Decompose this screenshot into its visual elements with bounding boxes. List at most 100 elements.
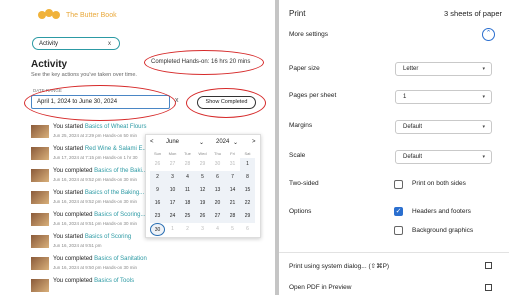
course-link[interactable]: Basics of Wheat Flours	[85, 124, 147, 130]
calendar-day[interactable]: 25	[180, 210, 195, 223]
thumbnail	[31, 147, 49, 160]
activity-verb: You completed	[53, 212, 93, 218]
calendar-day[interactable]: 16	[150, 197, 165, 210]
year-select[interactable]: 2024	[216, 139, 229, 145]
course-link[interactable]: Red Wine & Salami E...	[85, 146, 148, 152]
activity-meta: Jun 16, 2024 at 9:51 pm Hands-on 30 min	[53, 221, 138, 226]
calendar-day[interactable]: 14	[225, 184, 240, 197]
scale-select[interactable]: Default ▾	[395, 150, 492, 164]
activity-verb: You completed	[53, 278, 93, 284]
calendar-day[interactable]: 26	[195, 210, 210, 223]
print-title: Print	[289, 9, 306, 18]
calendar-day[interactable]: 28	[180, 158, 195, 171]
list-item[interactable]: You completed Basics of Tools	[31, 278, 191, 295]
prev-month-button[interactable]: <	[150, 139, 154, 145]
calendar-day[interactable]: 11	[180, 184, 195, 197]
calendar-day[interactable]: 13	[210, 184, 225, 197]
logo[interactable]: The Butter Book	[38, 9, 117, 21]
chevron-down-icon[interactable]: ⌄	[233, 139, 238, 146]
activity-meta: Jun 16, 2024 at 9:51 pm	[53, 243, 102, 248]
course-link[interactable]: Basics of Scoring...	[94, 212, 145, 218]
calendar-day[interactable]: 31	[225, 158, 240, 171]
weekday-label: Sun	[153, 151, 162, 156]
calendar-day[interactable]: 21	[225, 197, 240, 210]
activity-meta: Jun 16, 2024 at 9:50 pm Hands-on 30 min	[53, 265, 138, 270]
activity-page: The Butter Book Activity x Activity Comp…	[0, 0, 279, 295]
thumbnail	[31, 213, 49, 226]
calendar-day[interactable]: 20	[210, 197, 225, 210]
chip-label: Activity	[39, 41, 59, 47]
calendar-day[interactable]: 26	[150, 158, 165, 171]
calendar-day[interactable]: 9	[150, 184, 165, 197]
calendar-day[interactable]: 18	[180, 197, 195, 210]
open-external-icon[interactable]	[485, 284, 492, 291]
logo-text: The Butter Book	[66, 11, 117, 19]
calendar-day[interactable]: 24	[165, 210, 180, 223]
calendar-day[interactable]: 23	[150, 210, 165, 223]
calendar-day[interactable]: 10	[165, 184, 180, 197]
paper-size-select[interactable]: Letter ▾	[395, 62, 492, 76]
open-pdf-link[interactable]: Open PDF in Preview	[289, 284, 352, 291]
calendar-day[interactable]: 15	[240, 184, 255, 197]
page-subtitle: See the key actions you've taken over ti…	[31, 72, 137, 78]
course-link[interactable]: Basics of Sanitation	[94, 256, 147, 262]
calendar-day[interactable]: 1	[240, 158, 255, 171]
weekday-label: Mon	[168, 151, 177, 156]
calendar-day[interactable]: 27	[210, 210, 225, 223]
calendar-day[interactable]: 12	[195, 184, 210, 197]
calendar-day[interactable]: 6	[210, 171, 225, 184]
calendar-day[interactable]: 4	[210, 223, 225, 236]
paper-size-label: Paper size	[289, 65, 320, 72]
next-month-button[interactable]: >	[252, 139, 256, 145]
calendar-day[interactable]: 30	[150, 223, 165, 236]
chevron-up-icon[interactable]: ⌃	[482, 28, 495, 41]
calendar-day[interactable]: 5	[225, 223, 240, 236]
pages-per-sheet-select[interactable]: 1 ▾	[395, 90, 492, 104]
options-label: Options	[289, 208, 312, 215]
open-external-icon[interactable]	[485, 262, 492, 269]
calendar-day[interactable]: 4	[180, 171, 195, 184]
course-link[interactable]: Basics of Tools	[94, 278, 134, 284]
print-both-sides-checkbox[interactable]	[394, 180, 403, 189]
calendar-day[interactable]: 1	[165, 223, 180, 236]
background-graphics-checkbox[interactable]	[394, 226, 403, 235]
more-settings-label[interactable]: More settings	[289, 31, 328, 38]
clear-date-icon[interactable]: x	[175, 97, 179, 104]
course-link[interactable]: Basics of the Baking...	[85, 190, 144, 196]
calendar-day[interactable]: 3	[195, 223, 210, 236]
course-link[interactable]: Basics of the Baki...	[94, 168, 147, 174]
paper-size-value: Letter	[403, 66, 419, 72]
margins-select[interactable]: Default ▾	[395, 120, 492, 134]
calendar-day[interactable]: 22	[240, 197, 255, 210]
calendar-day[interactable]: 29	[240, 210, 255, 223]
calendar-day[interactable]: 30	[210, 158, 225, 171]
headers-footers-checkbox[interactable]: ✓	[394, 207, 403, 216]
system-dialog-link[interactable]: Print using system dialog... (⇧⌘P)	[289, 262, 389, 270]
activity-verb: You started	[53, 234, 84, 240]
calendar-day[interactable]: 29	[195, 158, 210, 171]
calendar-day[interactable]: 19	[195, 197, 210, 210]
weekday-header: Sun Mon Tue Wed Thu Fri Sat	[150, 151, 255, 156]
page-title: Activity	[31, 59, 68, 70]
calendar-day[interactable]: 27	[165, 158, 180, 171]
date-range-input[interactable]: April 1, 2024 to June 30, 2024	[31, 95, 170, 109]
thumbnail	[31, 169, 49, 182]
calendar-day[interactable]: 3	[165, 171, 180, 184]
calendar-day[interactable]: 2	[150, 171, 165, 184]
calendar-day[interactable]: 7	[225, 171, 240, 184]
activity-meta: Jun 16, 2024 at 9:52 pm Hands-on 30 min	[53, 177, 138, 182]
calendar-day[interactable]: 17	[165, 197, 180, 210]
calendar-day[interactable]: 2	[180, 223, 195, 236]
activity-filter-chip[interactable]: Activity x	[32, 37, 120, 50]
thumbnail	[31, 191, 49, 204]
calendar-day[interactable]: 6	[240, 223, 255, 236]
course-link[interactable]: Basics of Scoring	[85, 234, 131, 240]
month-select[interactable]: June	[166, 139, 179, 145]
chip-close-icon[interactable]: x	[108, 38, 111, 51]
calendar-day[interactable]: 8	[240, 171, 255, 184]
calendar-day[interactable]: 28	[225, 210, 240, 223]
show-completed-button[interactable]: Show Completed	[197, 96, 256, 109]
list-item[interactable]: You completed Basics of Sanitation Jun 1…	[31, 256, 191, 278]
calendar-day[interactable]: 5	[195, 171, 210, 184]
chevron-down-icon[interactable]: ⌄	[199, 139, 204, 146]
